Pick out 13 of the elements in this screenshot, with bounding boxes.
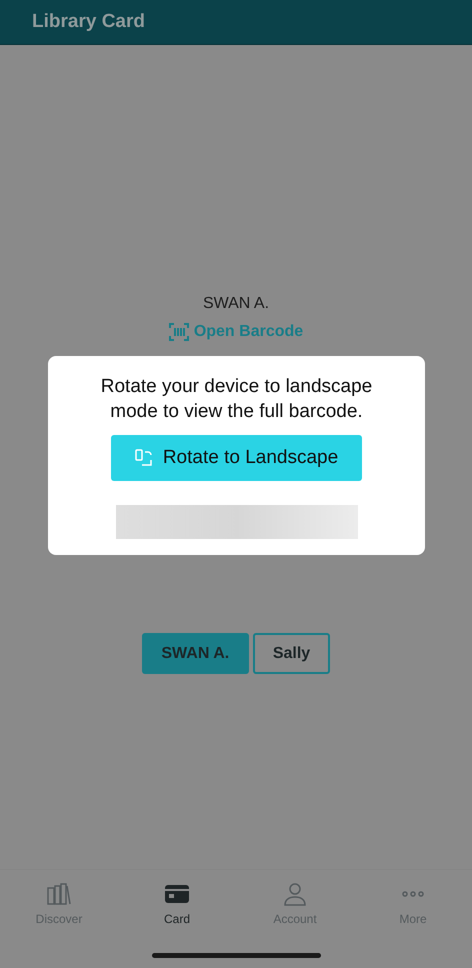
page-title: Library Card (32, 11, 145, 33)
nav-tab[interactable]: Card (158, 870, 196, 934)
profile-tab[interactable]: SWAN A. (142, 633, 249, 674)
profile-tab[interactable]: Sally (252, 633, 330, 674)
rotate-button[interactable]: Rotate to Landscape (111, 435, 362, 482)
card-icon (164, 884, 189, 904)
card-holder-name: SWAN A. (202, 295, 270, 313)
rotate-icon (134, 449, 153, 468)
barcode-icon (168, 323, 189, 341)
books-icon (46, 882, 72, 906)
dialog-message: Rotate your device to landscape mode to view the full barcode. (100, 375, 374, 424)
more-icon (402, 891, 424, 897)
person-icon (282, 882, 307, 906)
